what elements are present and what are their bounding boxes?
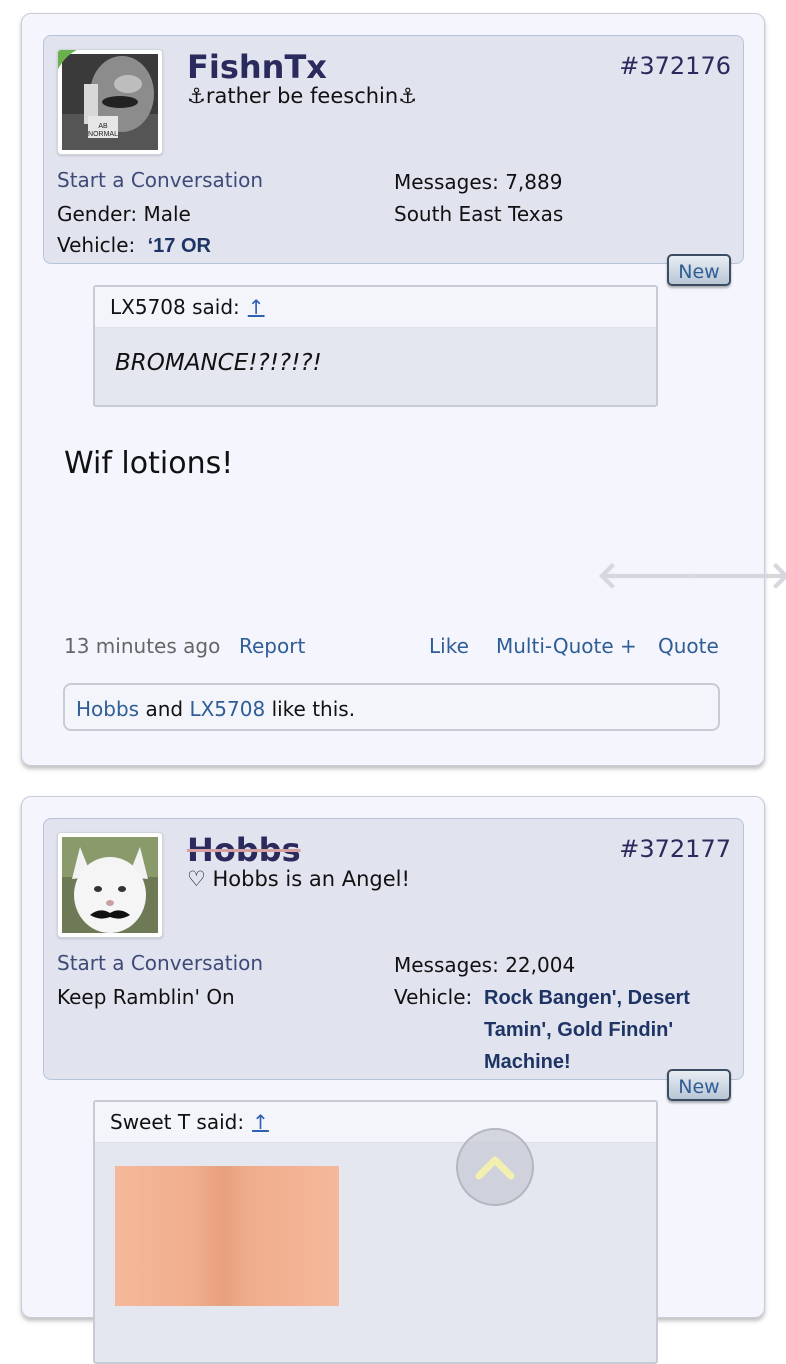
gender-label: Gender:	[57, 202, 138, 226]
messages-row: Messages: 22,004	[394, 953, 575, 977]
vehicle-line: Rock Bangen', Desert	[484, 987, 690, 1009]
quote-up-arrow-icon[interactable]: ↑	[248, 295, 265, 319]
avatar[interactable]	[57, 832, 163, 938]
message-body: Wif lotions!	[64, 446, 234, 481]
svg-text:NORMAL: NORMAL	[88, 131, 118, 138]
online-corner-icon	[58, 50, 77, 70]
start-conversation-link[interactable]: Start a Conversation	[57, 168, 263, 192]
username[interactable]: Hobbs	[187, 831, 301, 869]
arrow-right-icon[interactable]: 🡒	[690, 552, 786, 598]
user-info-block: AB NORMAL FishnTx ⚓rather be feeschin⚓ #…	[43, 35, 744, 264]
likes-summary: Hobbs and LX5708 like this.	[63, 683, 720, 731]
user-tagline: Keep Ramblin' On	[57, 985, 235, 1009]
location: South East Texas	[394, 202, 564, 226]
username[interactable]: FishnTx	[187, 48, 327, 86]
start-conversation-link[interactable]: Start a Conversation	[57, 951, 263, 975]
quote-header: LX5708 said: ↑	[95, 287, 656, 328]
new-badge[interactable]: New	[667, 1069, 731, 1101]
user-title: ♡ Hobbs is an Angel!	[187, 867, 410, 891]
user-title: ⚓rather be feeschin⚓	[187, 84, 418, 108]
new-badge[interactable]: New	[667, 254, 731, 286]
quote-link[interactable]: Quote	[658, 634, 719, 658]
messages-value[interactable]: 7,889	[505, 170, 562, 194]
vehicle-row: Vehicle: ‘17 OR	[57, 233, 211, 258]
quote-header: Sweet T said: ↑	[95, 1102, 656, 1143]
vehicle-line: Machine!	[484, 1051, 571, 1073]
post-number[interactable]: #372177	[619, 835, 731, 863]
messages-value[interactable]: 22,004	[505, 953, 575, 977]
vehicle-link[interactable]: ‘17 OR	[148, 235, 211, 257]
avatar[interactable]: AB NORMAL	[57, 49, 163, 155]
vehicle-label: Vehicle:	[394, 985, 473, 1009]
scroll-to-top-button[interactable]	[456, 1128, 534, 1206]
quote-author: Sweet T said:	[110, 1110, 245, 1134]
quoted-image[interactable]	[115, 1166, 339, 1306]
liker-link[interactable]: LX5708	[189, 697, 265, 721]
report-link[interactable]: Report	[239, 634, 305, 658]
vehicle-line: Tamin', Gold Findin'	[484, 1019, 674, 1041]
messages-label: Messages:	[394, 170, 499, 194]
quote-author: LX5708 said:	[110, 295, 240, 319]
gender-row: Gender: Male	[57, 202, 191, 226]
vehicle-label: Vehicle:	[57, 233, 136, 257]
vehicle-link[interactable]: Rock Bangen', Desert Tamin', Gold Findin…	[484, 982, 690, 1078]
chevron-up-icon	[475, 1156, 515, 1180]
post-time[interactable]: 13 minutes ago	[64, 634, 220, 658]
messages-label: Messages:	[394, 953, 499, 977]
likes-and: and	[145, 697, 184, 721]
multi-quote-link[interactable]: Multi-Quote +	[496, 634, 637, 658]
gender-value: Male	[143, 202, 191, 226]
avatar-image	[62, 837, 158, 933]
arrow-left-icon[interactable]: 🡐	[596, 552, 698, 598]
messages-row: Messages: 7,889	[394, 170, 562, 194]
quote-box: Sweet T said: ↑	[93, 1100, 658, 1364]
post-number[interactable]: #372176	[619, 52, 731, 80]
post-card: AB NORMAL FishnTx ⚓rather be feeschin⚓ #…	[21, 13, 786, 766]
quote-box: LX5708 said: ↑ BROMANCE!?!?!?!	[93, 285, 658, 407]
quote-text: BROMANCE!?!?!?!	[115, 350, 322, 376]
liker-link[interactable]: Hobbs	[76, 697, 139, 721]
quote-up-arrow-icon[interactable]: ↑	[252, 1110, 269, 1134]
like-link[interactable]: Like	[429, 634, 469, 658]
likes-suffix: like this.	[271, 697, 356, 721]
user-info-block: Hobbs ♡ Hobbs is an Angel! #372177 Start…	[43, 818, 744, 1080]
post-card: Hobbs ♡ Hobbs is an Angel! #372177 Start…	[21, 796, 765, 1364]
svg-text:AB: AB	[98, 123, 108, 130]
